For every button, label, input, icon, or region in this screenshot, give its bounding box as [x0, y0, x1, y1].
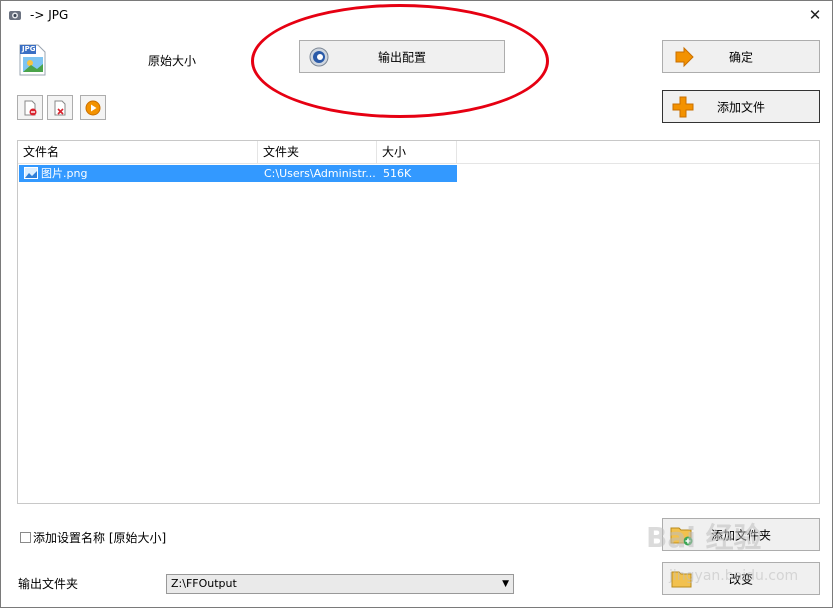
output-config-button[interactable]: 输出配置 — [299, 40, 505, 73]
add-setting-name-option[interactable]: 添加设置名称 [原始大小] — [20, 529, 166, 546]
file-folder: C:\Users\Administr... — [264, 167, 376, 180]
add-setting-name-checkbox[interactable] — [20, 532, 31, 543]
clear-list-icon — [54, 100, 66, 116]
list-header: 文件名 文件夹 大小 — [18, 141, 819, 164]
window-title: -> JPG — [30, 8, 69, 22]
clear-list-button[interactable] — [47, 95, 73, 120]
output-config-label: 输出配置 — [377, 50, 426, 64]
change-label: 改变 — [728, 572, 753, 586]
output-folder-select[interactable]: Z:\FFOutput ▼ — [166, 574, 514, 594]
remove-file-icon — [24, 100, 37, 116]
add-file-button[interactable]: 添加文件 — [662, 90, 820, 123]
list-item[interactable]: 图片.png C:\Users\Administr... 516K — [19, 165, 457, 182]
app-icon — [9, 11, 21, 20]
title-bar: -> JPG ✕ — [1, 1, 832, 29]
jpg-icon-text: JPG — [22, 45, 36, 53]
column-filename[interactable]: 文件名 — [18, 141, 258, 163]
profile-label: 原始大小 — [148, 54, 197, 68]
start-button[interactable] — [80, 95, 106, 120]
output-folder-label: 输出文件夹 — [18, 577, 79, 591]
play-icon — [85, 100, 101, 116]
file-name: 图片.png — [41, 167, 88, 180]
change-button[interactable]: 改变 — [662, 562, 820, 595]
file-list[interactable]: 文件名 文件夹 大小 图片.png C:\Users\Administr... … — [17, 140, 820, 504]
column-size[interactable]: 大小 — [377, 141, 457, 163]
app-window: -> JPG ✕ JPG 原始大小 输出配置 确定 添加文件 文件名 文件夹 大… — [0, 0, 833, 608]
ok-button[interactable]: 确定 — [662, 40, 820, 73]
add-setting-name-label: 添加设置名称 [原始大小] — [33, 531, 167, 545]
file-size: 516K — [383, 167, 412, 180]
jpg-file-icon: JPG — [18, 44, 48, 76]
close-button[interactable]: ✕ — [804, 5, 826, 25]
column-folder[interactable]: 文件夹 — [258, 141, 377, 163]
ok-label: 确定 — [728, 50, 753, 64]
add-file-label: 添加文件 — [716, 100, 765, 114]
add-folder-button[interactable]: 添加文件夹 — [662, 518, 820, 551]
remove-file-button[interactable] — [17, 95, 43, 120]
close-icon[interactable]: ✕ — [809, 6, 822, 24]
image-file-icon — [24, 167, 38, 179]
output-folder-value: Z:\FFOutput — [171, 577, 237, 590]
chevron-down-icon: ▼ — [502, 579, 509, 589]
add-folder-label: 添加文件夹 — [710, 528, 771, 542]
